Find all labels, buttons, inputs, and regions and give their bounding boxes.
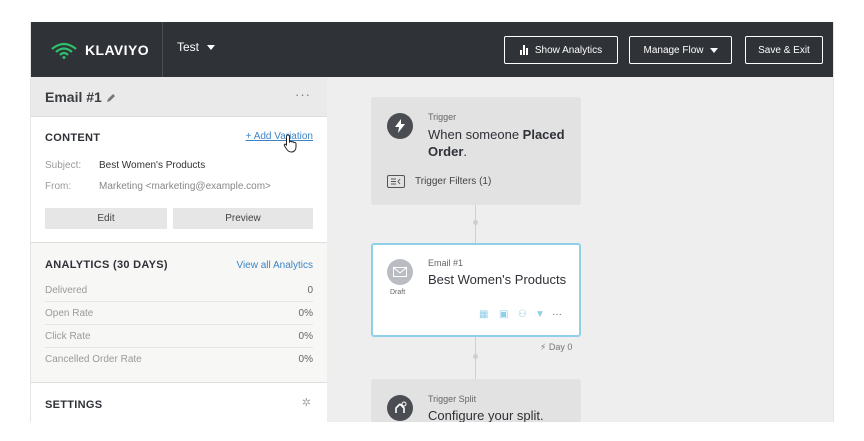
subject-value: Best Women's Products xyxy=(99,160,206,171)
view-all-analytics-link[interactable]: View all Analytics xyxy=(236,260,313,271)
content-heading: CONTENT xyxy=(45,132,101,144)
split-icon xyxy=(387,395,413,421)
preview-button[interactable]: Preview xyxy=(173,208,313,229)
trigger-card[interactable]: Trigger When someone Placed Order. Trigg… xyxy=(371,97,581,205)
edit-button[interactable]: Edit xyxy=(45,208,167,229)
trigger-filters[interactable]: Trigger Filters (1) xyxy=(387,175,491,188)
trigger-description: When someone Placed Order. xyxy=(428,126,573,160)
stat-row-cancelled-order-rate: Cancelled Order Rate 0% xyxy=(45,348,313,371)
settings-section[interactable]: SETTINGS ✲ xyxy=(31,383,327,422)
more-options-icon[interactable]: ··· xyxy=(295,87,311,102)
manage-flow-button[interactable]: Manage Flow xyxy=(629,36,732,64)
trigger-label: Trigger xyxy=(428,112,457,122)
bar-chart-icon xyxy=(519,45,529,55)
pencil-icon[interactable] xyxy=(106,93,116,103)
stat-row-delivered: Delivered 0 xyxy=(45,279,313,302)
add-variation-link[interactable]: + Add Variation xyxy=(246,131,313,142)
klaviyo-logo[interactable]: KLAVIYO xyxy=(51,36,149,64)
save-exit-button[interactable]: Save & Exit xyxy=(745,36,823,64)
stat-label: Open Rate xyxy=(45,307,94,319)
email-label: Email #1 xyxy=(428,258,464,268)
stat-value: 0% xyxy=(298,330,313,342)
split-description: Configure your split. xyxy=(428,408,544,422)
email-subject: Best Women's Products xyxy=(428,272,567,287)
filter-list-icon xyxy=(387,175,405,188)
show-analytics-label: Show Analytics xyxy=(534,44,603,56)
analytics-section: ANALYTICS (30 DAYS) View all Analytics D… xyxy=(31,243,327,383)
app-window: KLAVIYO Test Show Analytics Manage Flow … xyxy=(30,22,834,422)
stat-value: 0% xyxy=(298,354,313,365)
gear-icon[interactable]: ✲ xyxy=(302,396,311,409)
stat-value: 0% xyxy=(298,307,313,319)
ab-test-icon[interactable]: ▦ xyxy=(479,309,488,320)
save-exit-label: Save & Exit xyxy=(758,44,810,56)
caret-down-icon xyxy=(709,47,718,53)
email-title-text: Email #1 xyxy=(45,89,102,105)
logo-text: KLAVIYO xyxy=(85,42,149,58)
from-label: From: xyxy=(45,181,72,192)
trigger-split-card[interactable]: Trigger Split Configure your split. xyxy=(371,379,581,422)
wifi-logo-icon xyxy=(51,42,77,59)
connector-dot xyxy=(473,220,478,225)
delay-label: ⚡ Day 0 xyxy=(540,342,572,353)
analytics-heading: ANALYTICS (30 DAYS) xyxy=(45,259,168,271)
email-card[interactable]: Draft Email #1 Best Women's Products ▦ ▣… xyxy=(371,243,581,337)
stat-label: Cancelled Order Rate xyxy=(45,354,142,365)
clock-bolt-icon: ⚡ xyxy=(540,342,547,352)
delay-text: Day 0 xyxy=(548,342,573,352)
trigger-text-end: . xyxy=(463,144,468,159)
settings-heading: SETTINGS xyxy=(45,399,103,411)
manage-flow-label: Manage Flow xyxy=(643,44,704,56)
header-divider xyxy=(162,22,163,77)
from-value: Marketing <marketing@example.com> xyxy=(99,181,271,192)
more-options-icon[interactable]: ··· xyxy=(552,309,562,320)
image-icon[interactable]: ▣ xyxy=(499,309,508,320)
lightning-icon xyxy=(387,113,413,139)
connector-dot xyxy=(473,354,478,359)
trigger-text: When someone xyxy=(428,127,523,142)
stat-label: Delivered xyxy=(45,284,88,296)
sidebar: Email #1 ··· CONTENT + Add Variation Sub… xyxy=(31,77,327,422)
flow-canvas[interactable]: Trigger When someone Placed Order. Trigg… xyxy=(328,77,833,422)
caret-down-icon xyxy=(207,44,216,50)
sidebar-title-bar: Email #1 ··· xyxy=(31,77,327,117)
flow-name: Test xyxy=(177,40,200,54)
trigger-filters-label: Trigger Filters (1) xyxy=(415,176,492,187)
people-icon[interactable]: ⚇ xyxy=(518,309,527,320)
show-analytics-button[interactable]: Show Analytics xyxy=(504,36,618,64)
envelope-icon xyxy=(387,259,413,285)
hand-cursor-icon xyxy=(283,134,297,153)
top-bar: KLAVIYO Test Show Analytics Manage Flow … xyxy=(31,22,833,77)
draft-status: Draft xyxy=(390,289,406,296)
stat-label: Click Rate xyxy=(45,330,91,342)
subject-label: Subject: xyxy=(45,160,82,171)
flow-selector[interactable]: Test xyxy=(177,40,216,54)
filter-icon[interactable]: ▼ xyxy=(535,309,545,320)
stat-row-click-rate: Click Rate 0% xyxy=(45,325,313,348)
stat-row-open-rate: Open Rate 0% xyxy=(45,302,313,325)
email-title[interactable]: Email #1 xyxy=(45,89,116,105)
stat-value: 0 xyxy=(307,284,313,296)
split-label: Trigger Split xyxy=(428,394,477,404)
